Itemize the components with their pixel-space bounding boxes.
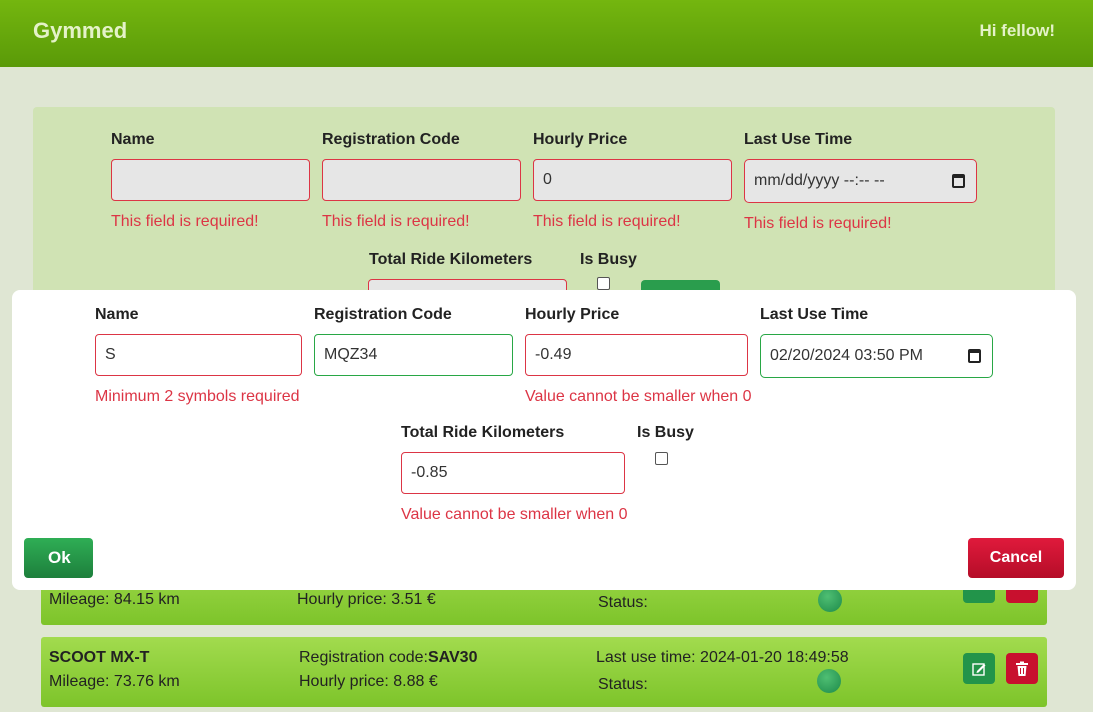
hourly-price-error: This field is required! [533,213,681,230]
ok-button[interactable]: Ok [24,538,93,578]
edit-scooter-modal: Name S Minimum 2 symbols required Regist… [12,290,1076,590]
status-indicator [817,669,841,693]
scooter-card: SCOOT MX-T Mileage: 73.76 km Registratio… [41,637,1047,707]
total-km-label: Total Ride Kilometers [369,251,533,268]
card-hourly-price: Hourly price: 3.51 € [297,591,436,608]
card-mileage: Mileage: 73.76 km [49,673,180,690]
status-indicator [818,588,842,612]
modal-hourly-price-input[interactable]: -0.49 [525,334,748,376]
card-status-label: Status: [598,676,648,693]
modal-total-km-label: Total Ride Kilometers [401,424,565,441]
modal-registration-code-input[interactable]: MQZ34 [314,334,513,376]
hourly-price-input[interactable]: 0 [533,159,732,201]
last-use-time-label: Last Use Time [744,131,853,148]
registration-code-input[interactable] [322,159,521,201]
name-label: Name [111,131,155,148]
card-status-label: Status: [598,594,648,611]
brand-logo[interactable]: Gymmed [33,18,127,44]
is-busy-checkbox[interactable] [597,277,610,290]
modal-is-busy-label: Is Busy [637,424,694,441]
modal-registration-code-label: Registration Code [314,306,452,323]
cancel-button[interactable]: Cancel [968,538,1064,578]
modal-name-label: Name [95,306,139,323]
card-hourly-price: Hourly price: 8.88 € [299,673,438,690]
registration-code-error: This field is required! [322,213,470,230]
card-registration: Registration code:SAV30 [299,649,477,667]
registration-code-label: Registration Code [322,131,460,148]
card-registration-code: SAV30 [427,649,478,666]
card-mileage: Mileage: 84.15 km [49,591,180,608]
modal-hourly-price-error: Value cannot be smaller when 0 [525,388,752,405]
is-busy-label: Is Busy [580,251,637,268]
modal-is-busy-checkbox[interactable] [655,452,668,465]
last-use-time-value: mm/dd/yyyy --:-- -- [754,172,885,189]
modal-last-use-time-input[interactable]: 02/20/2024 03:50 PM [760,334,993,378]
add-scooter-form: Name This field is required! Registratio… [33,107,1055,307]
edit-button[interactable] [963,653,995,684]
name-input[interactable] [111,159,310,201]
modal-total-km-error: Value cannot be smaller when 0 [401,506,628,523]
modal-last-use-time-label: Last Use Time [760,306,869,323]
hourly-price-label: Hourly Price [533,131,628,148]
calendar-icon[interactable] [968,349,981,363]
trash-icon [1016,661,1028,676]
card-name: SCOOT MX-T [49,649,150,666]
calendar-icon[interactable] [952,174,965,188]
modal-last-use-time-value: 02/20/2024 03:50 PM [770,347,924,364]
edit-icon [972,662,986,676]
user-greeting: Hi fellow! [979,21,1055,40]
card-registration-prefix: Registration code: [299,649,428,666]
modal-name-error: Minimum 2 symbols required [95,388,300,405]
app-header: Gymmed Hi fellow! [0,0,1093,67]
modal-hourly-price-label: Hourly Price [525,306,620,323]
delete-button[interactable] [1006,653,1038,684]
name-error: This field is required! [111,213,259,230]
modal-name-input[interactable]: S [95,334,302,376]
modal-total-km-input[interactable]: -0.85 [401,452,625,494]
last-use-time-error: This field is required! [744,215,892,232]
card-last-use: Last use time: 2024-01-20 18:49:58 [596,649,849,666]
last-use-time-input[interactable]: mm/dd/yyyy --:-- -- [744,159,977,203]
